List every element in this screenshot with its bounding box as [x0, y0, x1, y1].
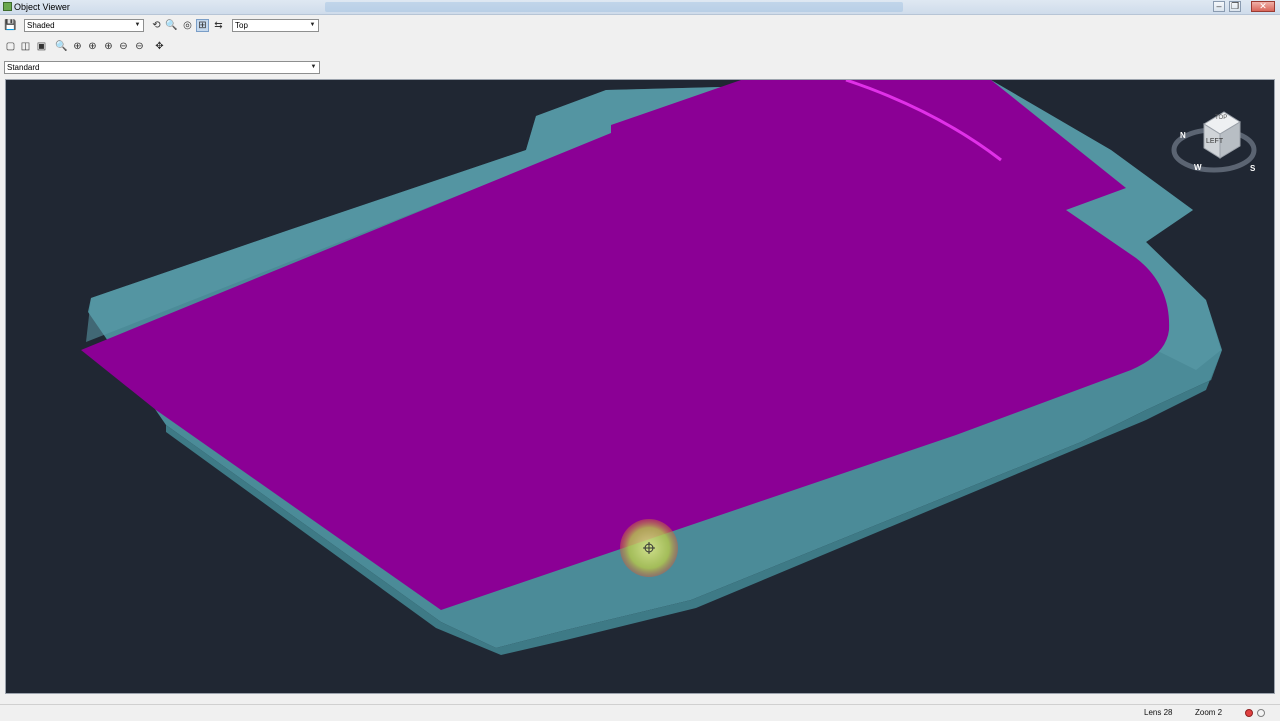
minimize-button[interactable]: –	[1213, 1, 1225, 12]
save-icon[interactable]: 💾	[4, 19, 17, 32]
toolbar-row-1: 💾 Shaded ▼ ⟲ 🔍 ◎ ⊞ ⇆ Top ▼	[0, 18, 1280, 36]
viewport-copy-icon[interactable]: ▣	[35, 40, 48, 53]
zoom-out-icon[interactable]: ⊖	[117, 40, 130, 53]
orbit-icon[interactable]: ⟲	[150, 19, 163, 32]
visual-style-select[interactable]: Shaded ▼	[24, 19, 144, 32]
restore-button[interactable]: ❐	[1229, 1, 1241, 12]
zoom-window-icon[interactable]: ⊕	[86, 40, 99, 53]
background-window-ghost	[325, 2, 903, 12]
zoom-extents-icon[interactable]: 🔍	[165, 19, 178, 32]
view-value: Top	[235, 21, 248, 30]
viewcube[interactable]: TOP LEFT N W S	[1168, 106, 1262, 186]
model-scene	[81, 80, 1222, 655]
style-value: Standard	[7, 63, 40, 72]
pan-icon[interactable]: ✥	[153, 40, 166, 53]
object-viewer-icon	[3, 2, 12, 11]
magenta-surface	[81, 80, 1170, 610]
steering-wheel-icon[interactable]: ◎	[181, 19, 194, 32]
zoom-previous-icon[interactable]: ⊖	[133, 40, 146, 53]
viewcube-top-label: TOP	[1215, 115, 1228, 121]
zoom-realtime-icon[interactable]: 🔍	[55, 40, 68, 53]
viewport-two-icon[interactable]: ◫	[19, 40, 32, 53]
stop-icon[interactable]	[1257, 709, 1265, 717]
chevron-down-icon: ▼	[134, 22, 141, 28]
compass-w: W	[1194, 163, 1202, 172]
zoom-status: Zoom 2	[1195, 708, 1223, 717]
toolbar-row-2: ▢ ◫ ▣ 🔍 ⊕ ⊕ ⊕ ⊖ ⊖ ✥	[0, 39, 1280, 57]
close-button[interactable]: ✕	[1251, 1, 1275, 12]
zoom-extents-2-icon[interactable]: ⊕	[102, 40, 115, 53]
model-viewport[interactable]: TOP LEFT N W S	[5, 79, 1275, 694]
view-toggle-icon[interactable]: ⊞	[196, 19, 209, 32]
status-bar: Lens 28 Zoom 2	[0, 704, 1280, 721]
viewport-single-icon[interactable]: ▢	[4, 40, 17, 53]
title-bar: Object Viewer – ❐ ✕	[0, 0, 1280, 15]
chevron-down-icon: ▼	[309, 22, 316, 28]
lens-status: Lens 28	[1144, 708, 1173, 717]
window-title: Object Viewer	[14, 2, 70, 12]
record-icon[interactable]	[1245, 709, 1253, 717]
compass-s: S	[1250, 164, 1256, 173]
viewcube-face-label: LEFT	[1206, 138, 1224, 145]
walk-icon[interactable]: ⇆	[212, 19, 225, 32]
view-select[interactable]: Top ▼	[232, 19, 319, 32]
style-select[interactable]: Standard ▼	[4, 61, 320, 74]
compass-n: N	[1180, 131, 1186, 140]
zoom-in-icon[interactable]: ⊕	[71, 40, 84, 53]
chevron-down-icon: ▼	[310, 64, 317, 70]
visual-style-value: Shaded	[27, 21, 55, 30]
